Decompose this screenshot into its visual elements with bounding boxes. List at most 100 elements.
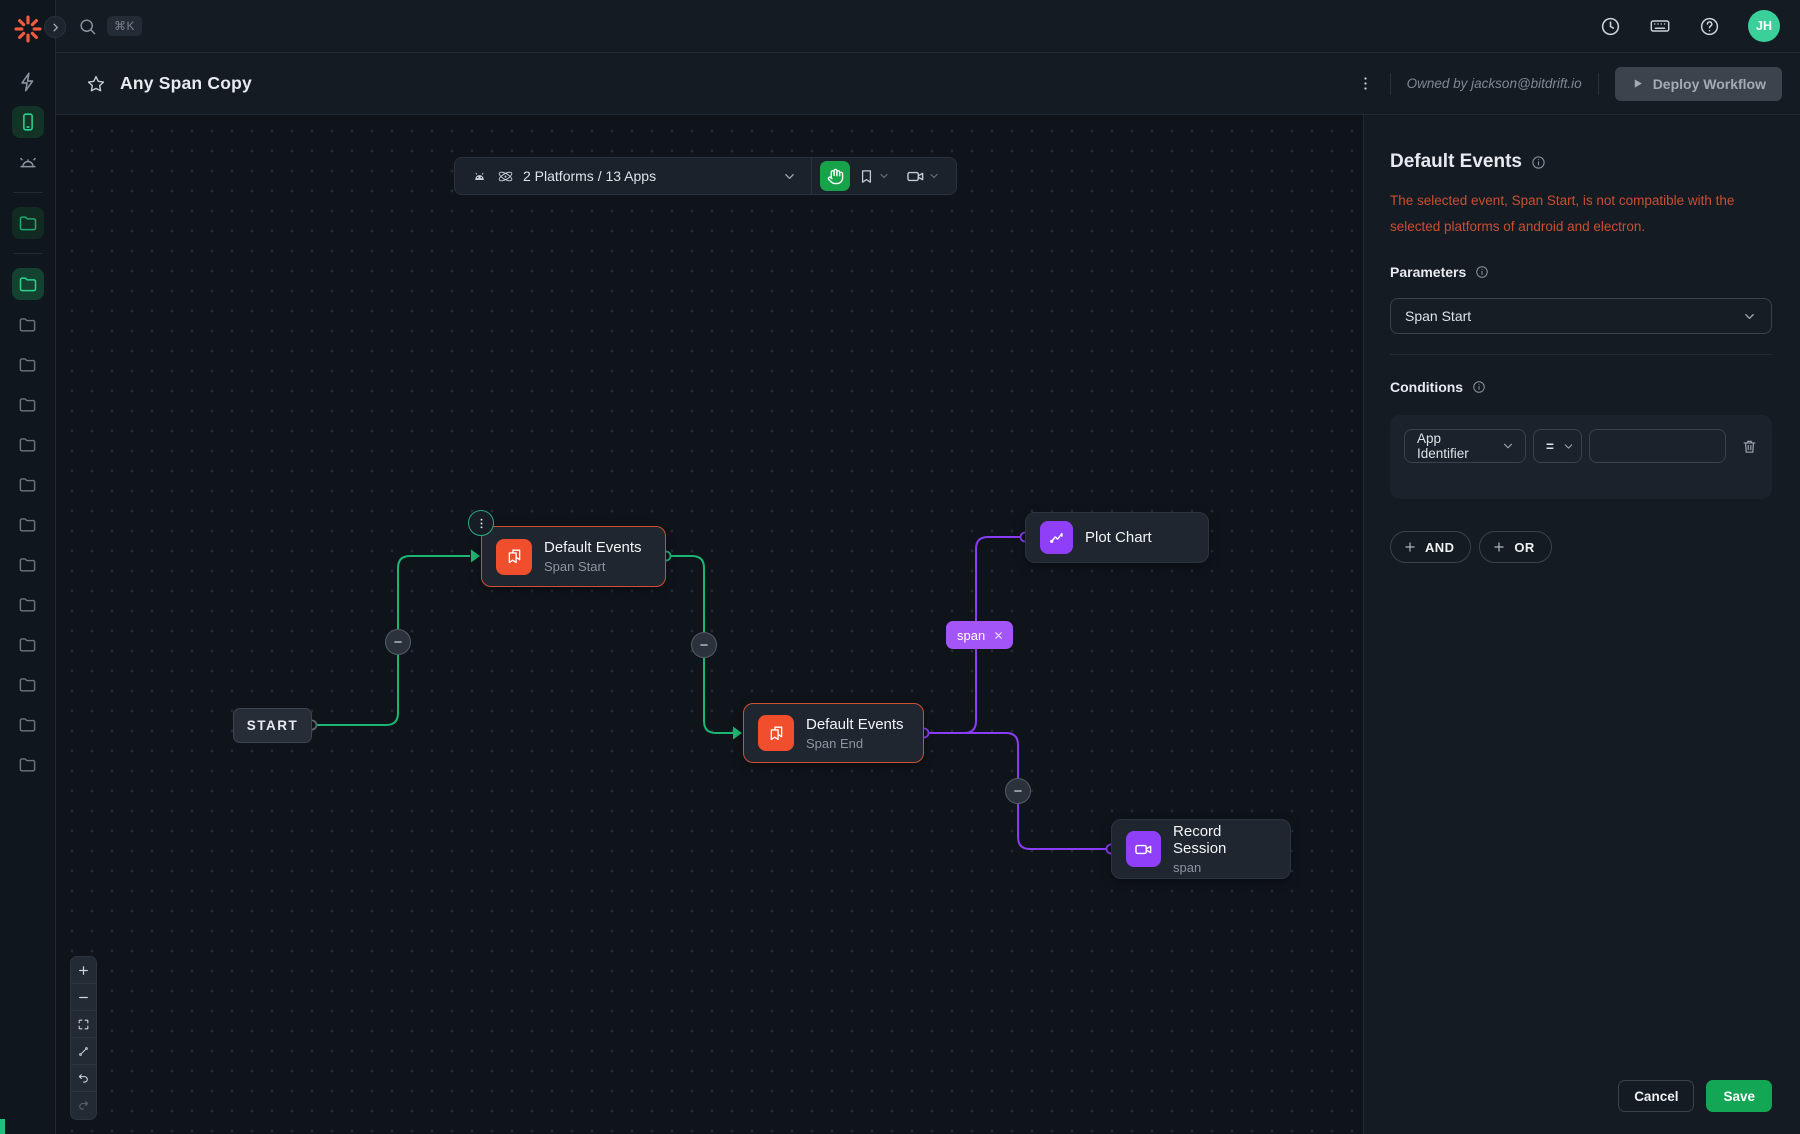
node-settings-panel: Default Events The selected event, Span …	[1363, 115, 1800, 1134]
trash-icon	[1741, 438, 1758, 455]
history-button[interactable]	[1600, 16, 1621, 37]
plus-icon	[1492, 540, 1506, 554]
toggle-interactivity-button[interactable]	[71, 1038, 96, 1065]
zoom-controls	[70, 956, 97, 1120]
add-and-condition-button[interactable]: AND	[1390, 531, 1471, 563]
node-subtitle: Span Start	[544, 559, 642, 574]
sidebar-folder[interactable]	[12, 668, 44, 700]
node-record-session[interactable]: Record Session span	[1111, 819, 1291, 879]
workflow-menu-button[interactable]	[1357, 75, 1374, 92]
fit-view-button[interactable]	[71, 1011, 96, 1038]
canvas-toolbar: 2 Platforms / 13 Apps	[454, 157, 957, 195]
sidebar-folder[interactable]	[12, 468, 44, 500]
fit-view-icon	[77, 1018, 90, 1031]
save-button[interactable]: Save	[1706, 1080, 1772, 1112]
sidebar-folder[interactable]	[12, 388, 44, 420]
node-subtitle: Span End	[806, 736, 904, 751]
sidebar-nav	[0, 66, 55, 780]
sidebar-folder[interactable]	[12, 308, 44, 340]
zap-icon	[17, 71, 39, 93]
folder-icon	[18, 213, 38, 233]
info-icon[interactable]	[1475, 265, 1489, 279]
sidebar-divider	[13, 253, 43, 254]
android-icon	[471, 168, 488, 185]
bookmarks-tool-button[interactable]	[850, 168, 898, 185]
sidebar-folder[interactable]	[12, 708, 44, 740]
sidebar-item-sessions[interactable]	[12, 106, 44, 138]
delete-condition-button[interactable]	[1741, 438, 1758, 455]
node-span-start[interactable]: Default Events Span Start	[481, 526, 666, 587]
chart-line-icon	[1040, 521, 1073, 554]
panel-title: Default Events	[1390, 151, 1522, 173]
sidebar-item-workflows-root[interactable]	[12, 207, 44, 239]
node-title: Default Events	[806, 716, 904, 733]
deploy-workflow-label: Deploy Workflow	[1653, 76, 1766, 92]
add-or-label: OR	[1514, 540, 1534, 555]
deploy-workflow-button[interactable]: Deploy Workflow	[1615, 67, 1782, 101]
redo-icon	[77, 1099, 90, 1112]
platforms-dropdown[interactable]: 2 Platforms / 13 Apps	[455, 158, 811, 194]
main-column: ⌘K JH Any Span Copy	[56, 0, 1800, 1134]
node-span-end[interactable]: Default Events Span End	[743, 703, 924, 763]
node-start[interactable]: START	[233, 708, 312, 743]
play-icon	[1631, 77, 1644, 90]
toolbar-divider	[811, 157, 812, 195]
sidebar-folder[interactable]	[12, 628, 44, 660]
help-button[interactable]	[1699, 16, 1720, 37]
sidebar-folder[interactable]	[12, 508, 44, 540]
topbar: ⌘K JH	[56, 0, 1800, 53]
folder-icon	[18, 595, 37, 614]
global-search[interactable]: ⌘K	[78, 16, 142, 36]
node-title: Record Session	[1173, 823, 1276, 857]
avatar[interactable]: JH	[1748, 10, 1780, 42]
panel-divider	[1390, 354, 1772, 355]
bookmark-icon	[758, 715, 794, 751]
info-icon[interactable]	[1531, 155, 1546, 170]
close-icon[interactable]	[993, 630, 1004, 641]
sidebar-expand-button[interactable]	[44, 16, 66, 38]
favorite-star-button[interactable]	[86, 74, 106, 94]
edge-collapse-button[interactable]: −	[385, 629, 411, 655]
edge-label-span[interactable]: span	[946, 621, 1013, 649]
zoom-out-button[interactable]	[71, 984, 96, 1011]
sidebar-folder-selected[interactable]	[12, 268, 44, 300]
condition-operator-select[interactable]: =	[1533, 429, 1582, 463]
sidebar-item-events[interactable]	[12, 66, 44, 98]
node-options-button[interactable]	[468, 510, 494, 536]
bookmark-icon	[496, 539, 532, 575]
edge-collapse-button[interactable]: −	[691, 632, 717, 658]
alarm-bell-icon	[17, 151, 39, 173]
workflow-canvas[interactable]: 2 Platforms / 13 Apps	[56, 115, 1363, 1134]
parameters-label: Parameters	[1390, 264, 1466, 280]
add-or-condition-button[interactable]: OR	[1479, 531, 1551, 563]
condition-operator-value: =	[1546, 439, 1554, 454]
session-recording-tool-button[interactable]	[898, 167, 948, 186]
sidebar-item-alerts[interactable]	[12, 146, 44, 178]
chevron-down-icon	[782, 169, 797, 184]
condition-field-select[interactable]: App Identifier	[1404, 429, 1526, 463]
redo-button[interactable]	[71, 1092, 96, 1119]
kebab-menu-icon	[1357, 75, 1374, 92]
content-row: 2 Platforms / 13 Apps	[56, 115, 1800, 1134]
clock-icon	[1600, 16, 1621, 37]
sidebar-folder[interactable]	[12, 748, 44, 780]
edge-collapse-button[interactable]: −	[1005, 778, 1031, 804]
pan-tool-button[interactable]	[820, 161, 850, 191]
header-actions: Owned by jackson@bitdrift.io Deploy Work…	[1357, 67, 1782, 101]
sidebar-folder[interactable]	[12, 588, 44, 620]
sidebar-folder[interactable]	[12, 548, 44, 580]
shortcuts-button[interactable]	[1649, 15, 1671, 37]
sidebar-folder[interactable]	[12, 348, 44, 380]
sidebar-folder[interactable]	[12, 428, 44, 460]
sidebar	[0, 0, 56, 1134]
parameter-select[interactable]: Span Start	[1390, 298, 1772, 334]
undo-button[interactable]	[71, 1065, 96, 1092]
cancel-button[interactable]: Cancel	[1618, 1080, 1694, 1112]
workflow-edges	[56, 115, 1363, 1134]
info-icon[interactable]	[1472, 380, 1486, 394]
header-divider	[1598, 73, 1599, 95]
owner-label: Owned by jackson@bitdrift.io	[1407, 76, 1582, 91]
node-plot-chart[interactable]: Plot Chart	[1025, 512, 1209, 563]
condition-value-input[interactable]	[1589, 429, 1726, 463]
zoom-in-button[interactable]	[71, 957, 96, 984]
